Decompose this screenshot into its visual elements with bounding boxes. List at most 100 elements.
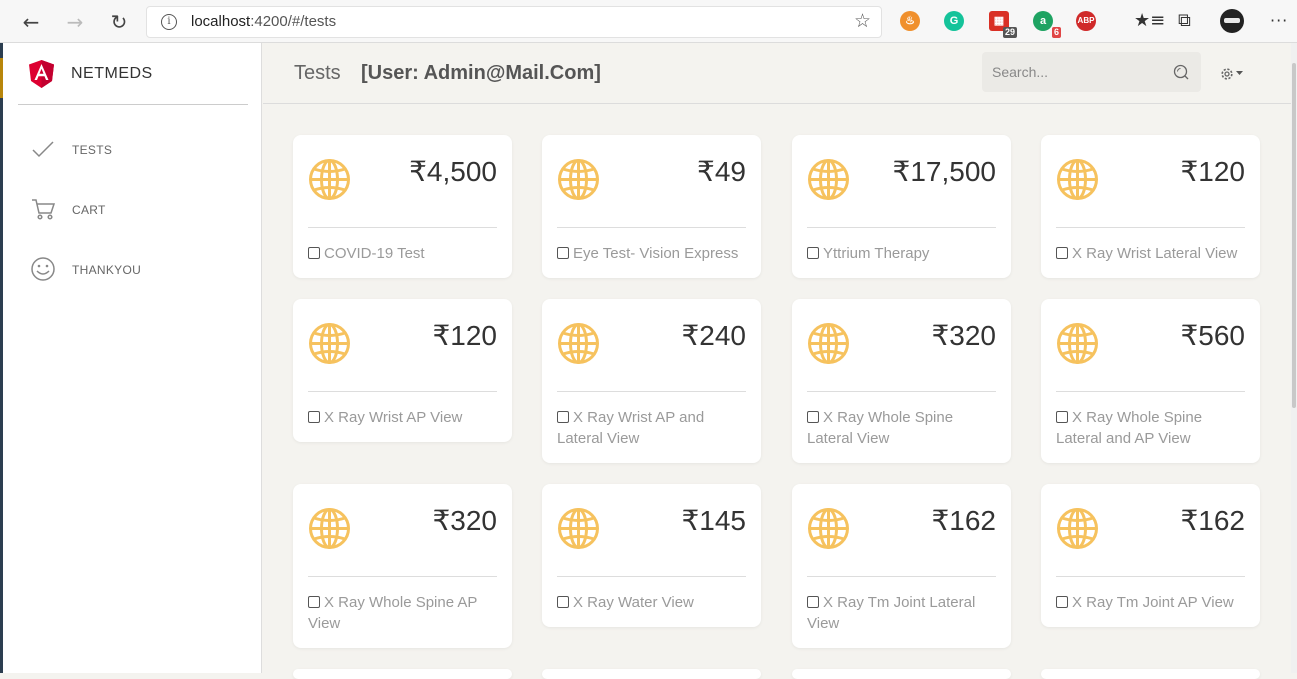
sidebar-item-cart[interactable]: CART [3,190,261,230]
test-checkbox[interactable] [807,596,819,608]
brand[interactable]: NETMEDS [18,43,248,105]
test-name-row: Eye Test- Vision Express [557,243,751,264]
globe-icon [309,323,350,364]
globe-icon [808,159,849,200]
user-label: [User: Admin@Mail.Com] [361,62,601,84]
card-divider [557,227,746,228]
test-price: ₹162 [931,505,996,536]
test-checkbox[interactable] [807,411,819,423]
settings-dropdown-button[interactable] [1218,64,1248,84]
test-name-row: Yttrium Therapy [807,243,1001,264]
test-price: ₹120 [1180,156,1245,187]
test-card[interactable]: ₹320 X Ray Whole Spine AP View [293,484,512,648]
more-icon[interactable]: ··· [1270,11,1288,31]
profile-avatar[interactable] [1220,9,1244,33]
sidebar-item-thankyou[interactable]: THANKYOU [3,250,261,290]
test-name: X Ray Wrist Lateral View [1072,245,1238,262]
test-name: Eye Test- Vision Express [573,245,739,262]
test-name: X Ray Wrist AP View [324,409,463,426]
browser-toolbar: ← → ↻ i localhost:4200/#/tests ☆ ♨ G ▦ 29… [0,0,1297,43]
test-checkbox[interactable] [308,411,320,423]
adblock-label: ABP [1077,16,1095,25]
test-card[interactable]: ₹240 X Ray Wrist AP and Lateral View [542,299,761,463]
globe-icon [558,508,599,549]
test-card[interactable]: ₹120 X Ray Wrist AP View [293,299,512,442]
test-card[interactable]: ₹49 Eye Test- Vision Express [542,135,761,278]
search-box[interactable] [982,52,1201,92]
test-checkbox[interactable] [1056,596,1068,608]
test-price: ₹162 [1180,505,1245,536]
test-card[interactable]: ₹145 X Ray Water View [542,484,761,627]
test-card[interactable]: ₹4,500 COVID-19 Test [293,135,512,278]
card-divider [1056,227,1245,228]
a-extension-icon[interactable]: a6 [1033,11,1061,38]
a-extension-label: a [1039,15,1047,27]
test-price: ₹240 [681,320,746,351]
test-card[interactable] [542,669,761,679]
test-checkbox[interactable] [308,596,320,608]
favorites-icon[interactable]: ★≡ [1134,11,1165,31]
test-checkbox[interactable] [1056,247,1068,259]
test-name-row: X Ray Whole Spine Lateral and AP View [1056,407,1250,449]
collections-icon[interactable]: ⧉ [1178,11,1191,31]
card-divider [308,576,497,577]
test-card[interactable]: ₹17,500 Yttrium Therapy [792,135,1011,278]
test-name-row: X Ray Wrist AP View [308,407,502,428]
test-card[interactable]: ₹320 X Ray Whole Spine Lateral View [792,299,1011,463]
test-card[interactable] [1041,669,1260,679]
info-icon[interactable]: i [161,14,177,30]
test-name-row: X Ray Water View [557,592,751,613]
test-checkbox[interactable] [308,247,320,259]
test-price: ₹145 [681,505,746,536]
test-card[interactable]: ₹120 X Ray Wrist Lateral View [1041,135,1260,278]
scrollbar[interactable] [1291,43,1297,673]
url-text[interactable]: localhost:4200/#/tests [191,13,336,30]
test-checkbox[interactable] [1056,411,1068,423]
test-name: Yttrium Therapy [823,245,930,262]
reload-icon[interactable]: ↻ [106,9,132,35]
a-extension-badge: 6 [1051,27,1061,38]
back-icon[interactable]: ← [18,9,44,35]
sidebar-item-tests[interactable]: TESTS [3,130,261,170]
test-price: ₹17,500 [892,156,996,187]
test-price: ₹320 [432,505,497,536]
test-checkbox[interactable] [557,247,569,259]
test-card[interactable]: ₹162 X Ray Tm Joint AP View [1041,484,1260,627]
sidebar-item-label: THANKYOU [72,263,142,277]
sidebar-item-label: TESTS [72,143,113,157]
test-card[interactable] [792,669,1011,679]
test-price: ₹4,500 [409,156,497,187]
test-checkbox[interactable] [557,596,569,608]
test-name: COVID-19 Test [324,245,425,262]
test-name: X Ray Tm Joint Lateral View [807,594,976,632]
test-card[interactable]: ₹162 X Ray Tm Joint Lateral View [792,484,1011,648]
test-name: X Ray Whole Spine AP View [308,594,478,632]
brand-name: NETMEDS [71,65,153,82]
test-card[interactable] [293,669,512,679]
test-card[interactable]: ₹560 X Ray Whole Spine Lateral and AP Vie… [1041,299,1260,463]
forward-icon[interactable]: → [62,9,88,35]
scrollbar-thumb[interactable] [1292,63,1296,408]
address-bar[interactable]: i localhost:4200/#/tests ☆ [146,6,882,38]
url-path: :4200/#/tests [250,13,337,30]
test-price: ₹320 [931,320,996,351]
adblock-extension-icon[interactable]: ABP [1076,11,1096,31]
test-checkbox[interactable] [557,411,569,423]
search-input[interactable] [992,62,1162,82]
test-price: ₹49 [697,156,746,187]
test-name-row: X Ray Tm Joint Lateral View [807,592,1001,634]
url-host: localhost [191,13,251,30]
sidebar-item-label: CART [72,203,106,217]
test-checkbox[interactable] [807,247,819,259]
globe-icon [1057,508,1098,549]
angular-logo-icon [29,60,54,88]
test-name: X Ray Tm Joint AP View [1072,594,1234,611]
search-icon[interactable] [1173,64,1189,80]
card-divider [807,576,996,577]
grammarly-extension-icon[interactable]: G [944,11,964,31]
calendar-extension-icon[interactable]: ▦ 29 [989,11,1017,38]
card-divider [308,227,497,228]
check-icon [32,141,54,158]
fire-extension-icon[interactable]: ♨ [900,11,920,31]
star-icon[interactable]: ☆ [854,10,871,32]
